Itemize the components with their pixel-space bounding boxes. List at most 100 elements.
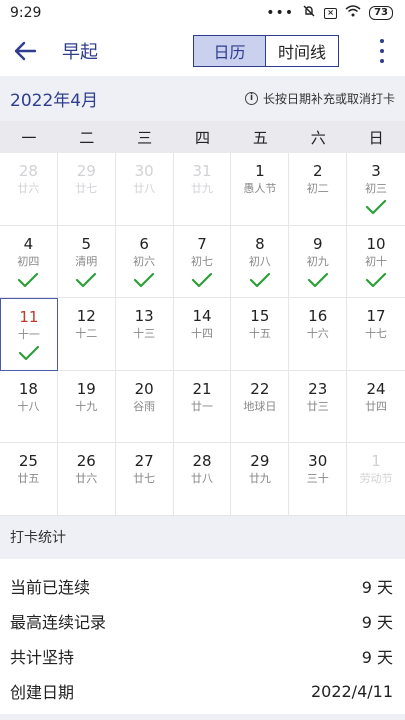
hint: i 长按日期补充或取消打卡 xyxy=(244,90,395,107)
day-number: 9 xyxy=(312,234,323,253)
day-number: 6 xyxy=(139,234,149,253)
weekday-label: 日 xyxy=(368,128,384,147)
calendar-day-cell[interactable]: 5 清明 xyxy=(57,225,116,298)
calendar-day-cell[interactable]: 28 廿八 xyxy=(173,443,232,516)
stat-row-best-streak: 最高连续记录 9 天 xyxy=(0,604,405,639)
calendar-day-cell[interactable]: 2 初二 xyxy=(289,153,348,226)
calendar-day-cell[interactable]: 30 三十 xyxy=(289,443,348,516)
weekday-label: 三 xyxy=(137,128,153,147)
calendar-day-cell[interactable]: 27 廿七 xyxy=(115,443,174,516)
check-icon xyxy=(191,272,213,287)
calendar-day-cell[interactable]: 25 廿五 xyxy=(0,443,58,516)
day-number: 28 xyxy=(18,162,38,180)
calendar-day-cell[interactable]: 28 廿六 xyxy=(0,153,58,226)
back-arrow-icon[interactable] xyxy=(0,26,50,76)
check-icon xyxy=(18,345,40,361)
check-icon xyxy=(134,272,155,287)
day-number: 5 xyxy=(81,234,92,253)
stat-row-current-streak: 当前已连续 9 天 xyxy=(0,569,405,604)
mute-icon xyxy=(302,4,316,22)
calendar-day-cell[interactable]: 30 廿八 xyxy=(115,153,174,226)
calendar-day-cell[interactable]: 22 地球日 xyxy=(231,370,290,443)
lunar-label: 廿七 xyxy=(75,182,98,195)
tab-timeline[interactable]: 时间线 xyxy=(266,36,338,66)
day-number: 12 xyxy=(76,307,96,325)
stat-row-total: 共计坚持 9 天 xyxy=(0,639,405,674)
lunar-label: 地球日 xyxy=(243,399,277,413)
weekday-label: 六 xyxy=(310,128,326,147)
stat-value: 9 天 xyxy=(361,648,393,667)
calendar-day-cell[interactable]: 17 十七 xyxy=(347,298,405,371)
weekday-header: 一 二 三 四 五 六 日 xyxy=(0,121,405,153)
month-bar: 2022年4月 i 长按日期补充或取消打卡 xyxy=(0,76,405,121)
lunar-label: 廿六 xyxy=(75,472,98,485)
calendar-day-cell[interactable]: 19 十九 xyxy=(57,370,116,443)
calendar-day-cell[interactable]: 13 十三 xyxy=(115,298,174,371)
calendar-day-cell[interactable]: 6 初六 xyxy=(115,225,174,298)
hint-text: 长按日期补充或取消打卡 xyxy=(262,92,395,106)
calendar-day-cell[interactable]: 3 初三 xyxy=(347,153,405,226)
month-label[interactable]: 2022年4月 xyxy=(10,86,98,111)
bottom-strip xyxy=(0,714,405,720)
day-number: 22 xyxy=(250,379,270,398)
calendar-day-cell[interactable]: 10 初十 xyxy=(347,226,405,298)
day-number: 30 xyxy=(134,162,154,180)
calendar-day-cell[interactable]: 29 廿七 xyxy=(57,153,116,226)
lunar-label: 谷雨 xyxy=(133,399,156,413)
calendar-day-cell[interactable]: 24 廿四 xyxy=(347,371,405,443)
lunar-label: 初十 xyxy=(365,254,388,268)
lunar-label: 初七 xyxy=(190,254,213,268)
stat-value: 9 天 xyxy=(361,578,393,597)
day-number: 26 xyxy=(76,452,96,470)
calendar-day-cell[interactable]: 4 初四 xyxy=(0,225,58,298)
day-number: 4 xyxy=(23,234,34,253)
tab-calendar[interactable]: 日历 xyxy=(194,36,266,66)
day-number: 13 xyxy=(134,307,154,325)
status-time: 9:29 xyxy=(10,5,42,21)
lunar-label: 三十 xyxy=(306,472,329,485)
check-icon xyxy=(365,199,387,215)
toolbar: 早起 日历 时间线 xyxy=(0,26,405,76)
calendar-day-cell[interactable]: 1 劳动节 xyxy=(347,443,405,516)
status-bar: 9:29 ••• × 73 xyxy=(0,0,405,26)
check-icon xyxy=(76,272,97,287)
lunar-label: 廿八 xyxy=(190,472,213,485)
stats-list: 当前已连续 9 天 最高连续记录 9 天 共计坚持 9 天 创建日期 2022/… xyxy=(0,559,405,709)
day-number: 20 xyxy=(134,379,154,398)
calendar-day-cell[interactable]: 26 廿六 xyxy=(57,443,116,516)
stat-label: 最高连续记录 xyxy=(10,613,107,632)
calendar-day-cell[interactable]: 15 十五 xyxy=(231,298,290,371)
calendar-day-cell[interactable]: 14 十四 xyxy=(173,298,232,371)
calendar-day-cell[interactable]: 29 廿九 xyxy=(231,443,290,516)
calendar-day-cell[interactable]: 12 十二 xyxy=(57,298,116,371)
day-number: 10 xyxy=(366,234,386,253)
calendar-day-cell[interactable]: 23 廿三 xyxy=(289,370,348,443)
stat-label: 创建日期 xyxy=(10,683,75,702)
calendar-day-cell[interactable]: 9 初九 xyxy=(289,225,348,298)
lunar-label: 廿一 xyxy=(190,399,213,413)
more-vertical-icon[interactable] xyxy=(377,39,387,63)
stat-value: 2022/4/11 xyxy=(310,681,393,701)
weekday-label: 四 xyxy=(194,128,210,147)
calendar-day-cell[interactable]: 1 愚人节 xyxy=(231,153,290,226)
sim-icon: × xyxy=(324,7,338,19)
calendar-day-cell[interactable]: 8 初八 xyxy=(231,225,290,298)
day-number: 15 xyxy=(250,307,270,325)
calendar-day-cell[interactable]: 21 廿一 xyxy=(173,370,232,443)
weekday-label: 二 xyxy=(79,128,95,147)
day-number: 2 xyxy=(312,162,323,180)
calendar-day-cell[interactable]: 11 十一 xyxy=(0,298,58,371)
calendar-day-cell[interactable]: 18 十八 xyxy=(0,370,58,443)
check-icon xyxy=(307,272,328,287)
calendar-day-cell[interactable]: 16 十六 xyxy=(289,298,348,371)
calendar-day-cell[interactable]: 31 廿九 xyxy=(173,153,232,226)
lunar-label: 十一 xyxy=(17,328,40,341)
calendar-day-cell[interactable]: 7 初七 xyxy=(173,225,232,298)
calendar-day-cell[interactable]: 20 谷雨 xyxy=(115,370,174,443)
wifi-icon xyxy=(345,5,361,21)
day-number: 18 xyxy=(18,379,38,398)
day-number: 1 xyxy=(371,452,381,470)
lunar-label: 十六 xyxy=(306,327,329,340)
weekday-label: 五 xyxy=(252,128,268,147)
stats-header: 打卡统计 xyxy=(0,515,405,559)
